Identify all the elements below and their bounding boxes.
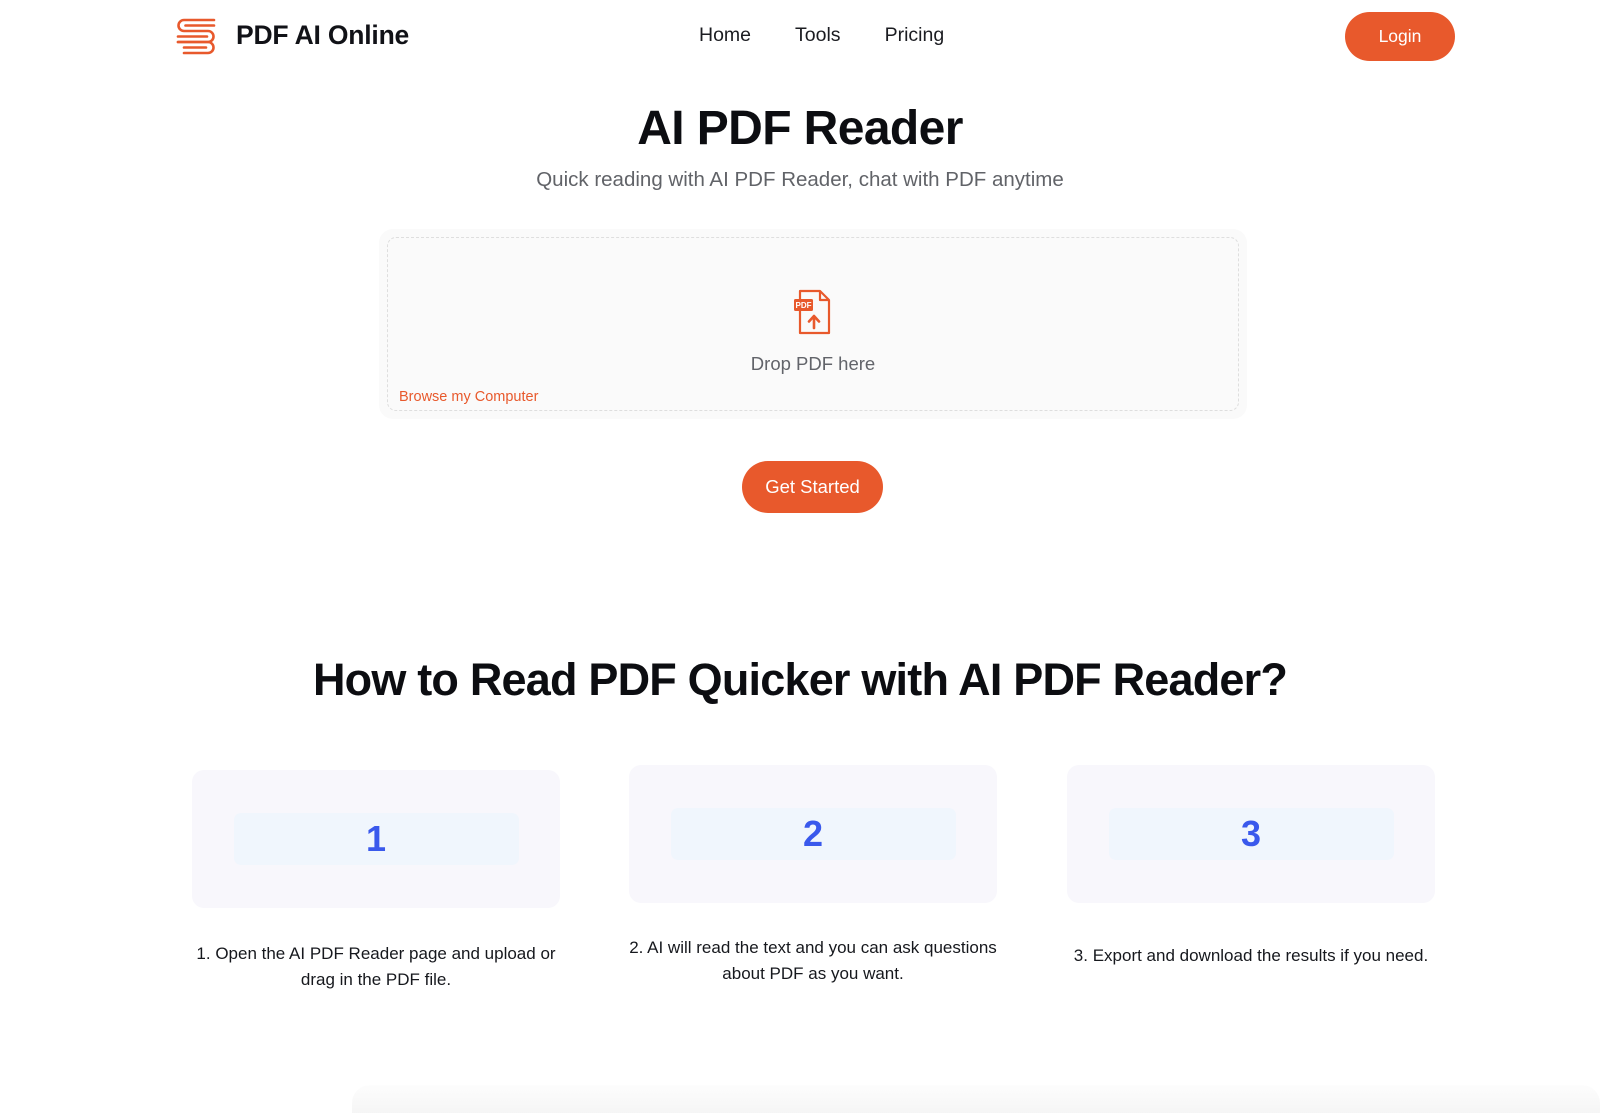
site-header: PDF AI Online Home Tools Pricing Login <box>0 0 1600 74</box>
howto-steps: 1 1. Open the AI PDF Reader page and upl… <box>0 760 1600 1020</box>
upload-dropzone-border[interactable]: PDF Drop PDF here Browse my Computer <box>387 237 1239 411</box>
step-caption: 3. Export and download the results if yo… <box>1073 946 1429 965</box>
step-number-badge: 2 <box>670 808 956 860</box>
page-root: PDF AI Online Home Tools Pricing Login A… <box>0 0 1600 1113</box>
upload-dropzone[interactable]: PDF Drop PDF here Browse my Computer <box>379 229 1247 419</box>
step-item: 2 2. AI will read the text and you can a… <box>629 765 997 987</box>
pdf-upload-icon: PDF <box>794 289 831 335</box>
step-number: 2 <box>802 813 824 854</box>
page-subtitle: Quick reading with AI PDF Reader, chat w… <box>536 168 1064 191</box>
get-started-button[interactable]: Get Started <box>742 461 883 513</box>
dropzone-label: Drop PDF here <box>750 353 876 374</box>
svg-text:PDF: PDF <box>796 301 812 310</box>
step-number-badge: 3 <box>1108 808 1394 860</box>
step-item: 3 3. Export and download the results if … <box>1067 765 1435 969</box>
step-caption: 2. AI will read the text and you can ask… <box>629 938 997 983</box>
step-number-badge: 1 <box>233 813 519 865</box>
dropzone-content: PDF Drop PDF here <box>388 288 1238 375</box>
step-item: 1 1. Open the AI PDF Reader page and upl… <box>192 770 560 993</box>
login-button[interactable]: Login <box>1345 12 1455 61</box>
page-title: AI PDF Reader <box>637 102 963 155</box>
brand-logo-link[interactable]: PDF AI Online <box>170 12 409 58</box>
nav-item-tools[interactable]: Tools <box>795 24 841 47</box>
nav-item-home[interactable]: Home <box>699 24 751 47</box>
paperclip-s-logo-icon <box>176 18 216 55</box>
step-card: 2 <box>629 765 997 903</box>
main-nav: Home Tools Pricing <box>699 24 944 47</box>
step-number: 3 <box>1240 813 1262 854</box>
brand-name: PDF AI Online <box>236 19 410 50</box>
browse-my-computer-link[interactable]: Browse my Computer <box>399 389 538 405</box>
step-card: 1 <box>192 770 560 908</box>
next-section-panel <box>352 1085 1600 1113</box>
step-card: 3 <box>1067 765 1435 903</box>
step-number: 1 <box>365 818 387 859</box>
step-caption: 1. Open the AI PDF Reader page and uploa… <box>196 944 556 989</box>
howto-section-title: How to Read PDF Quicker with AI PDF Read… <box>312 654 1288 705</box>
nav-item-pricing[interactable]: Pricing <box>885 24 945 47</box>
